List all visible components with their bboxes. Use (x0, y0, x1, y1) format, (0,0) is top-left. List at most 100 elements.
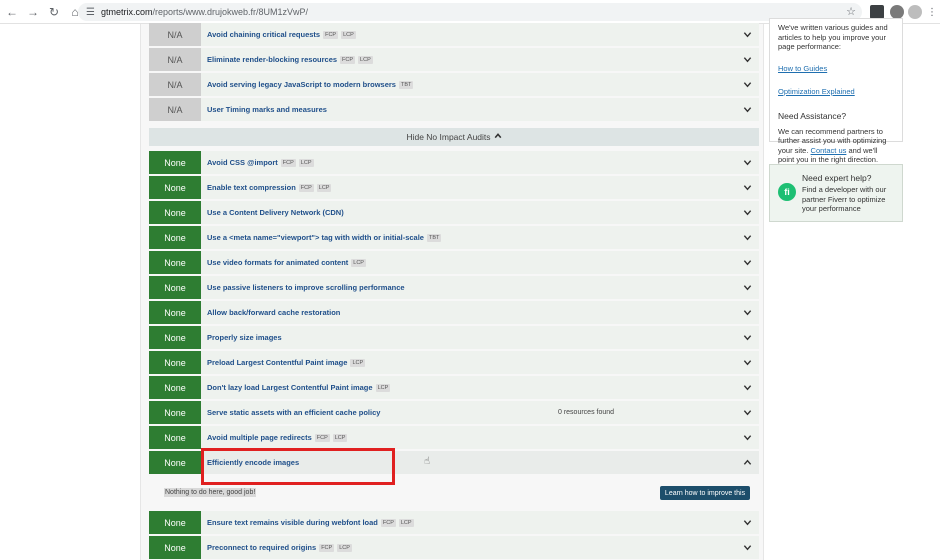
assist-text: We can recommend partners to further ass… (778, 126, 887, 165)
audit-row[interactable]: None Preconnect to required origins FCP LCP (149, 536, 759, 559)
audit-row[interactable]: None Use a <meta name="viewport"> tag wit… (149, 226, 759, 249)
chevron-down-icon[interactable] (741, 406, 753, 418)
caret-up-icon (491, 132, 502, 142)
chevron-down-icon[interactable] (741, 206, 753, 218)
assist-heading: Need Assistance? (778, 110, 847, 121)
contact-us-link[interactable]: Contact us (811, 146, 847, 155)
chevron-down-icon[interactable] (741, 516, 753, 528)
forward-arrow-icon[interactable]: → (24, 3, 42, 21)
audit-status-badge: None (149, 251, 201, 274)
audit-row[interactable]: None Allow back/forward cache restoration (149, 301, 759, 324)
chevron-down-icon[interactable] (741, 431, 753, 443)
audit-title[interactable]: Use a <meta name="viewport"> tag with wi… (207, 233, 442, 242)
audit-title[interactable]: Preconnect to required origins FCP LCP (207, 543, 352, 552)
hide-no-impact-button[interactable]: Hide No Impact Audits (149, 128, 759, 146)
audit-status-badge: None (149, 151, 201, 174)
audit-title[interactable]: Avoid serving legacy JavaScript to moder… (207, 80, 414, 89)
page-content: N/A Avoid chaining critical requests FCP LC… (0, 18, 940, 560)
audit-status-badge: None (149, 301, 201, 324)
audit-row[interactable]: None Use a Content Delivery Network (CDN) (149, 201, 759, 224)
audit-row[interactable]: None Don't lazy load Largest Contentful P… (149, 376, 759, 399)
audit-status-badge: None (149, 201, 201, 224)
audit-title[interactable]: Properly size images (207, 333, 282, 342)
audit-title[interactable]: Serve static assets with an efficient ca… (207, 408, 380, 417)
audit-title[interactable]: Use video formats for animated content LC… (207, 258, 366, 267)
audit-status-badge: None (149, 351, 201, 374)
audit-row[interactable]: N/A User Timing marks and measures (149, 98, 759, 121)
audit-row[interactable]: None Avoid CSS @import FCP LCP (149, 151, 759, 174)
profile-icon[interactable] (908, 5, 922, 19)
audit-title[interactable]: Avoid chaining critical requests FCP LCP (207, 30, 356, 39)
chevron-down-icon[interactable] (741, 103, 753, 115)
audit-title[interactable]: Avoid multiple page redirects FCP LCP (207, 433, 348, 442)
metric-tag: LCP (316, 184, 332, 192)
audit-row[interactable]: None Serve static assets with an efficien… (149, 401, 759, 424)
audit-row[interactable]: None Ensure text remains visible during w… (149, 511, 759, 534)
bookmark-star-icon[interactable]: ☆ (846, 5, 856, 18)
chevron-down-icon[interactable] (741, 256, 753, 268)
audit-row[interactable]: N/A Avoid chaining critical requests FCP LC… (149, 23, 759, 46)
audit-status-badge: None (149, 511, 201, 534)
metric-tag: LCP (341, 31, 356, 39)
audit-row[interactable]: None Enable text compression FCP LCP (149, 176, 759, 199)
chevron-down-icon[interactable] (741, 381, 753, 393)
audit-status-badge: None (149, 376, 201, 399)
metric-tag: FCP (340, 56, 356, 64)
menu-dots-icon[interactable]: ⋮ (925, 5, 939, 19)
chevron-down-icon[interactable] (741, 53, 753, 65)
audit-status-badge: None (149, 276, 201, 299)
sidebar-guides-card: We've written various guides and article… (769, 18, 903, 164)
metric-tag: FCP (319, 544, 335, 552)
audit-title[interactable]: Allow back/forward cache restoration (207, 308, 340, 317)
chevron-down-icon[interactable] (741, 78, 753, 90)
chevron-down-icon[interactable] (741, 356, 753, 368)
audit-title[interactable]: Use a Content Delivery Network (CDN) (207, 208, 344, 217)
chevron-down-icon[interactable] (741, 306, 753, 318)
audit-status-badge: None (149, 226, 201, 249)
audit-row[interactable]: None Use passive listeners to improve scr… (149, 276, 759, 299)
audit-title[interactable]: Preload Largest Contentful Paint image LC… (207, 358, 366, 367)
chevron-down-icon[interactable] (741, 331, 753, 343)
chevron-down-icon[interactable] (741, 28, 753, 40)
learn-how-to-improve-button[interactable]: Learn how to improve this (660, 486, 750, 500)
back-arrow-icon[interactable]: ← (3, 3, 21, 21)
extension-icon[interactable] (890, 5, 904, 19)
site-info-icon[interactable]: ☰ (86, 7, 95, 18)
fiverr-heading: Need expert help? (802, 173, 872, 183)
audit-title[interactable]: Ensure text remains visible during webfo… (207, 518, 414, 527)
metric-tag: LCP (350, 359, 366, 367)
chevron-down-icon[interactable] (741, 281, 753, 293)
reload-icon[interactable]: ↻ (45, 3, 63, 21)
fiverr-text: Find a developer with our partner Fiverr… (802, 185, 887, 213)
audit-row[interactable]: None Preload Largest Contentful Paint ima… (149, 351, 759, 374)
audit-title[interactable]: Don't lazy load Largest Contentful Paint… (207, 383, 391, 392)
audit-title[interactable]: User Timing marks and measures (207, 105, 327, 114)
audit-status-badge: N/A (149, 48, 201, 71)
audit-title[interactable]: Use passive listeners to improve scrolli… (207, 283, 405, 292)
fiverr-card[interactable]: fi Need expert help? Find a developer wi… (769, 164, 903, 222)
metric-tag: FCP (323, 31, 339, 39)
chevron-down-icon[interactable] (741, 541, 753, 553)
audit-title[interactable]: Eliminate render-blocking resources FCP LC… (207, 55, 373, 64)
chevron-up-icon[interactable] (741, 456, 753, 468)
metric-tag: LCP (337, 544, 352, 552)
audit-row[interactable]: N/A Avoid serving legacy JavaScript to mo… (149, 73, 759, 96)
address-bar[interactable]: ☰ gtmetrix.com/reports/www.drujokweb.fr/… (78, 3, 862, 21)
audit-row[interactable]: N/A Eliminate render-blocking resources FC… (149, 48, 759, 71)
chevron-down-icon[interactable] (741, 181, 753, 193)
extension-icon[interactable] (870, 5, 884, 19)
metric-tag: LCP (351, 259, 366, 267)
optimization-explained-link[interactable]: Optimization Explained (778, 87, 855, 96)
chevron-down-icon[interactable] (741, 156, 753, 168)
audit-status-badge: None (149, 451, 201, 474)
audit-row[interactable]: None Avoid multiple page redirects FCP LCP (149, 426, 759, 449)
audit-title[interactable]: Enable text compression FCP LCP (207, 183, 332, 192)
chevron-down-icon[interactable] (741, 231, 753, 243)
audit-row[interactable]: None Properly size images (149, 326, 759, 349)
how-to-guides-link[interactable]: How to Guides (778, 64, 827, 73)
audit-status-badge: N/A (149, 23, 201, 46)
metric-tag: LCP (332, 434, 348, 442)
audit-title[interactable]: Avoid CSS @import FCP LCP (207, 158, 314, 167)
audit-row[interactable]: None Use video formats for animated conte… (149, 251, 759, 274)
metric-tag: LCP (358, 56, 373, 64)
